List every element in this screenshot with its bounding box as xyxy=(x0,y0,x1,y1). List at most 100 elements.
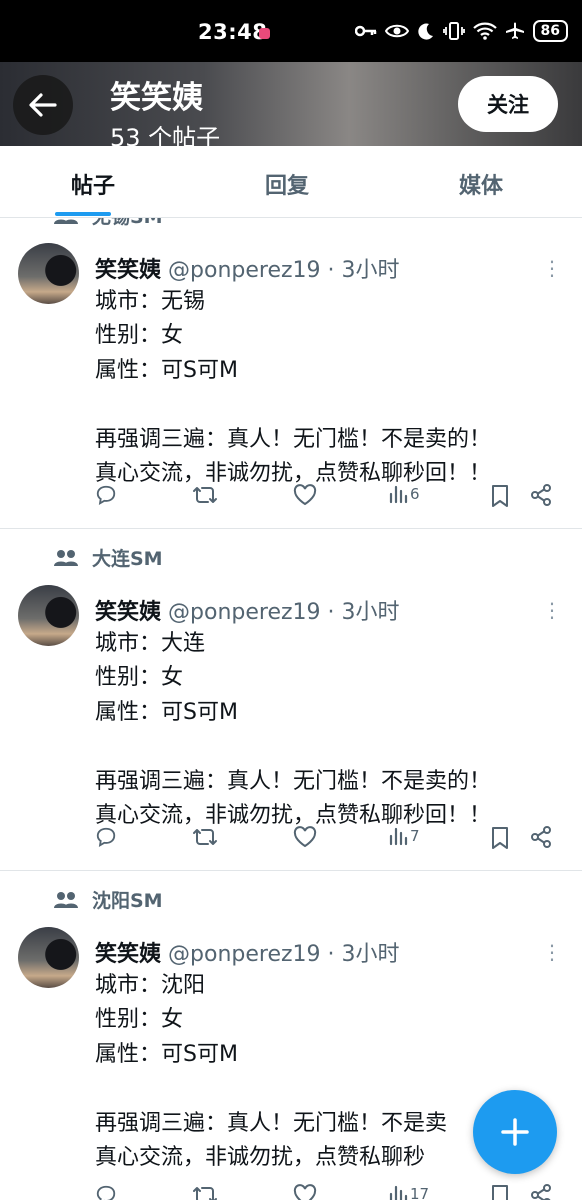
reply-button[interactable] xyxy=(95,484,117,506)
compose-button[interactable] xyxy=(473,1090,557,1174)
share-button[interactable] xyxy=(530,826,552,848)
post-line: 城市：无锡 xyxy=(95,289,206,314)
community-name: 大连SM xyxy=(92,548,163,570)
active-tab-indicator xyxy=(55,212,111,216)
author-name[interactable]: 笑笑姨 xyxy=(95,942,161,967)
vibrate-icon xyxy=(442,22,465,40)
post-line: 属性：可S可M xyxy=(95,1041,238,1067)
views-icon xyxy=(388,484,408,504)
follow-button[interactable]: 关注 xyxy=(458,76,558,132)
post-text: 城市：大连 性别：女 属性：可S可M 再强调三遍：真人！无门槛！不是卖的！ 真心交流，… xyxy=(95,627,565,833)
avatar[interactable] xyxy=(18,585,79,646)
reply-button[interactable] xyxy=(95,1184,117,1200)
author-handle[interactable]: @ponperez19 xyxy=(168,258,321,283)
community-context: 沈阳SM xyxy=(54,886,163,913)
like-button[interactable] xyxy=(293,826,317,848)
bookmark-button[interactable] xyxy=(490,1184,510,1200)
bookmark-icon xyxy=(490,1184,510,1200)
post-header: 笑笑姨 @ponperez19 · 3小时 xyxy=(95,936,400,968)
bookmark-icon xyxy=(490,484,510,508)
post-line: 城市：大连 xyxy=(95,631,206,656)
views-button[interactable]: 17 xyxy=(388,1184,429,1200)
wifi-icon xyxy=(472,22,497,40)
community-name: 无锡SM xyxy=(92,218,163,229)
share-icon xyxy=(530,1184,552,1200)
arrow-left-icon xyxy=(29,93,57,117)
repost-icon xyxy=(192,1184,218,1200)
profile-name: 笑笑姨 xyxy=(110,80,203,116)
bookmark-button[interactable] xyxy=(490,484,510,508)
share-button[interactable] xyxy=(530,1184,552,1200)
tab-posts[interactable]: 帖子 xyxy=(71,168,115,200)
tab-media[interactable]: 媒体 xyxy=(459,168,503,200)
author-handle[interactable]: @ponperez19 xyxy=(168,942,321,967)
post-line xyxy=(95,388,565,422)
airplane-icon xyxy=(505,22,524,39)
post-line: 性别：女 xyxy=(95,1007,184,1033)
post-line xyxy=(95,730,565,764)
community-name: 沈阳SM xyxy=(92,890,163,912)
eye-icon xyxy=(384,24,409,38)
moon-icon xyxy=(417,23,433,40)
author-name[interactable]: 笑笑姨 xyxy=(95,258,161,283)
post-text: 城市：无锡 性别：女 属性：可S可M 再强调三遍：真人！无门槛！不是卖的！ 真心交流，… xyxy=(95,285,565,491)
repost-icon xyxy=(192,484,218,506)
share-button[interactable] xyxy=(530,484,552,506)
reply-button[interactable] xyxy=(95,826,117,848)
post-time: · 3小时 xyxy=(327,942,400,967)
like-button[interactable] xyxy=(293,1184,317,1200)
author-handle[interactable]: @ponperez19 xyxy=(168,600,321,625)
more-options-icon[interactable]: ⋮ xyxy=(542,258,562,278)
avatar[interactable] xyxy=(18,927,79,988)
like-icon xyxy=(293,484,317,506)
post-line: 城市：沈阳 xyxy=(95,973,206,998)
battery-indicator: 86 xyxy=(532,20,568,42)
more-options-icon[interactable]: ⋮ xyxy=(542,942,562,962)
community-icon xyxy=(54,219,78,224)
community-icon xyxy=(54,549,78,566)
like-button[interactable] xyxy=(293,484,317,506)
repost-button[interactable] xyxy=(192,484,218,506)
post-item[interactable]: 无锡SM 笑笑姨 @ponperez19 · 3小时 ⋮ 城市：无锡性别：女属性… xyxy=(0,218,582,529)
like-icon xyxy=(293,826,317,848)
view-count: 7 xyxy=(410,827,420,845)
repost-button[interactable] xyxy=(192,1184,218,1200)
views-button[interactable]: 7 xyxy=(388,826,420,846)
author-name[interactable]: 笑笑姨 xyxy=(95,600,161,625)
profile-header: 笑笑姨 53 个帖子 关注 xyxy=(0,62,582,146)
repost-icon xyxy=(192,826,218,848)
post-line: 属性：可S可M xyxy=(95,357,238,383)
post-actions: 17 xyxy=(0,1184,582,1200)
community-context: 无锡SM xyxy=(54,218,163,229)
avatar[interactable] xyxy=(18,243,79,304)
post-line: 性别：女 xyxy=(95,665,184,691)
tab-replies[interactable]: 回复 xyxy=(265,168,309,200)
post-actions: 6 xyxy=(0,484,582,514)
back-button[interactable] xyxy=(13,75,73,135)
like-icon xyxy=(293,1184,317,1200)
status-time: 23:48 xyxy=(198,20,268,44)
key-icon xyxy=(354,25,376,37)
post-time: · 3小时 xyxy=(327,600,400,625)
share-icon xyxy=(530,484,552,506)
community-context: 大连SM xyxy=(54,544,163,571)
post-header: 笑笑姨 @ponperez19 · 3小时 xyxy=(95,252,400,284)
views-icon xyxy=(388,1184,408,1200)
post-feed: 无锡SM 笑笑姨 @ponperez19 · 3小时 ⋮ 城市：无锡性别：女属性… xyxy=(0,218,582,1200)
profile-tabs: 帖子 回复 媒体 xyxy=(0,146,582,218)
views-button[interactable]: 6 xyxy=(388,484,420,504)
more-options-icon[interactable]: ⋮ xyxy=(542,600,562,620)
reply-icon xyxy=(95,1184,117,1200)
post-count: 53 个帖子 xyxy=(110,124,221,146)
views-icon xyxy=(388,826,408,846)
post-line: 再强调三遍：真人！无门槛！不是卖的！ xyxy=(95,768,492,794)
post-item[interactable]: 大连SM 笑笑姨 @ponperez19 · 3小时 ⋮ 城市：大连 性别：女 属性… xyxy=(0,529,582,871)
reply-icon xyxy=(95,826,117,848)
post-actions: 7 xyxy=(0,826,582,856)
post-line: 性别：女 xyxy=(95,323,184,349)
bookmark-button[interactable] xyxy=(490,826,510,850)
bookmark-icon xyxy=(490,826,510,850)
status-icons: 86 xyxy=(354,20,568,42)
status-bar: 23:48 86 xyxy=(0,0,582,62)
repost-button[interactable] xyxy=(192,826,218,848)
